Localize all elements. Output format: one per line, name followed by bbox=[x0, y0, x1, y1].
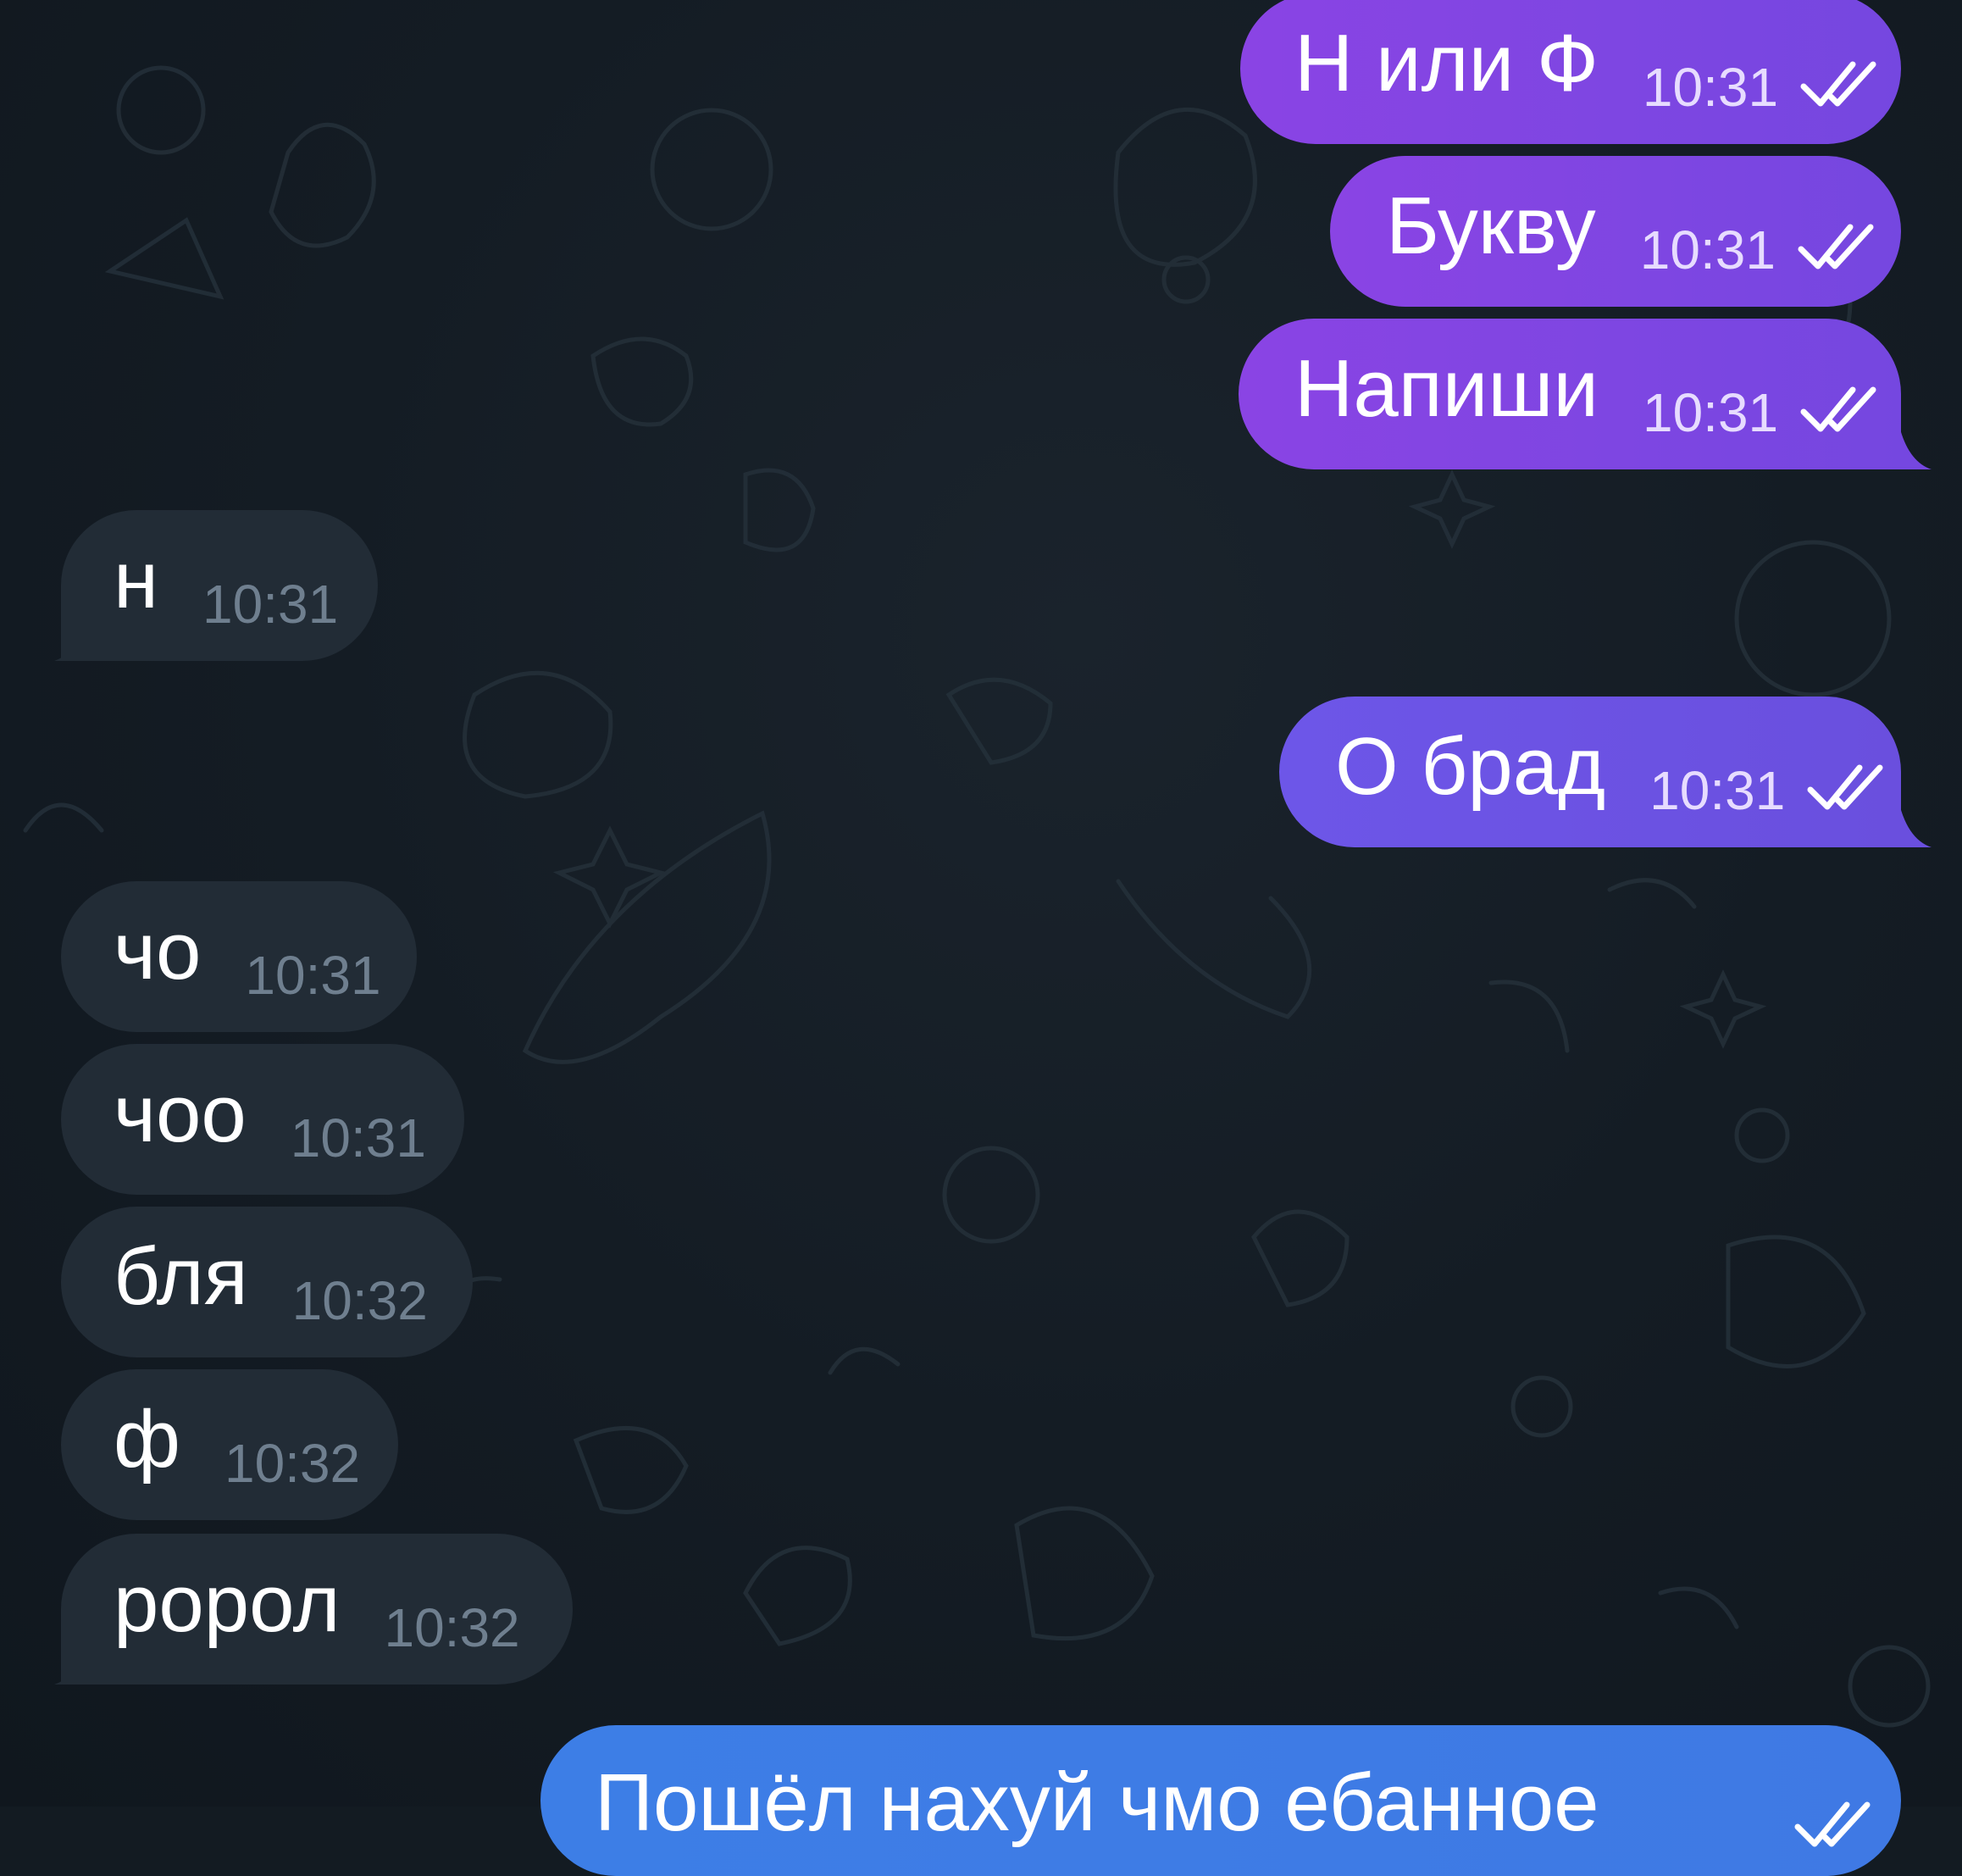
message-time: 10:32 bbox=[224, 1433, 361, 1494]
message-text: ророл bbox=[114, 1558, 341, 1649]
message-text: чо bbox=[114, 906, 202, 996]
message-text: Н или Ф bbox=[1294, 18, 1599, 108]
message-bubble-incoming[interactable]: н 10:31 bbox=[61, 510, 378, 661]
message-text: О брад bbox=[1335, 721, 1606, 812]
double-check-icon bbox=[1794, 1801, 1871, 1847]
message-time: 10:31 bbox=[1642, 382, 1779, 443]
bubble-tail bbox=[54, 610, 88, 661]
message-bubble-outgoing[interactable]: Напиши 10:31 bbox=[1239, 319, 1901, 469]
message-text: Букву bbox=[1386, 180, 1596, 271]
message-text: бля bbox=[114, 1231, 248, 1322]
message-text: н bbox=[114, 535, 159, 625]
message-time: 10:31 bbox=[1642, 57, 1779, 118]
message-bubble-incoming[interactable]: чоо 10:31 bbox=[61, 1044, 464, 1195]
message-time: 10:31 bbox=[1639, 219, 1776, 280]
message-bubble-outgoing[interactable]: Букву 10:31 bbox=[1330, 156, 1901, 307]
message-bubble-outgoing[interactable]: О брад 10:31 bbox=[1279, 697, 1901, 847]
message-text: Пошёл нахуй чмо ебанное bbox=[595, 1757, 1599, 1848]
bubble-tail bbox=[1898, 796, 1932, 847]
message-bubble-incoming[interactable]: ророл 10:32 bbox=[61, 1534, 573, 1685]
bubble-tail bbox=[1898, 419, 1932, 469]
message-bubble-incoming[interactable]: чо 10:31 bbox=[61, 881, 417, 1032]
message-bubble-outgoing[interactable]: Н или Ф 10:31 bbox=[1240, 0, 1901, 144]
double-check-icon bbox=[1800, 61, 1876, 107]
double-check-icon bbox=[1798, 224, 1874, 269]
message-time: 10:31 bbox=[202, 574, 339, 635]
message-text: ф bbox=[114, 1394, 180, 1485]
message-bubble-incoming[interactable]: бля 10:32 bbox=[61, 1207, 473, 1357]
message-bubble-incoming[interactable]: ф 10:32 bbox=[61, 1369, 398, 1520]
message-time: 10:32 bbox=[384, 1597, 520, 1658]
bubble-tail bbox=[54, 1634, 88, 1685]
message-text: чоо bbox=[114, 1068, 247, 1159]
message-time: 10:32 bbox=[291, 1270, 428, 1331]
message-text: Напиши bbox=[1294, 343, 1599, 434]
message-time: 10:31 bbox=[290, 1107, 426, 1168]
double-check-icon bbox=[1807, 764, 1883, 810]
message-time: 10:31 bbox=[1649, 760, 1786, 821]
message-time: 10:31 bbox=[245, 945, 381, 1006]
double-check-icon bbox=[1800, 386, 1876, 432]
message-bubble-outgoing[interactable]: Пошёл нахуй чмо ебанное bbox=[540, 1725, 1901, 1876]
